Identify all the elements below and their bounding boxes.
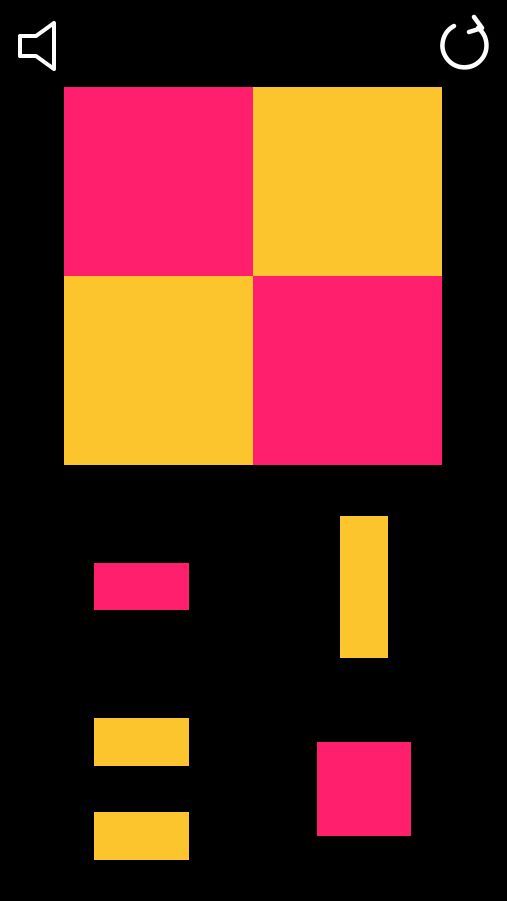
sound-toggle-button[interactable] bbox=[14, 18, 66, 74]
restart-button[interactable] bbox=[436, 12, 496, 76]
piece-horizontal-yellow[interactable] bbox=[94, 718, 189, 766]
board-cell bbox=[64, 87, 253, 276]
speaker-icon bbox=[18, 21, 56, 71]
piece-horizontal-pink[interactable] bbox=[94, 563, 189, 610]
board-cell bbox=[253, 87, 442, 276]
restart-icon bbox=[440, 14, 489, 70]
piece-vertical-yellow[interactable] bbox=[340, 516, 388, 658]
piece-square-pink[interactable] bbox=[317, 742, 411, 836]
board-cell bbox=[64, 276, 253, 465]
piece-horizontal-yellow[interactable] bbox=[94, 812, 189, 860]
board-cell bbox=[253, 276, 442, 465]
target-board bbox=[64, 87, 442, 465]
